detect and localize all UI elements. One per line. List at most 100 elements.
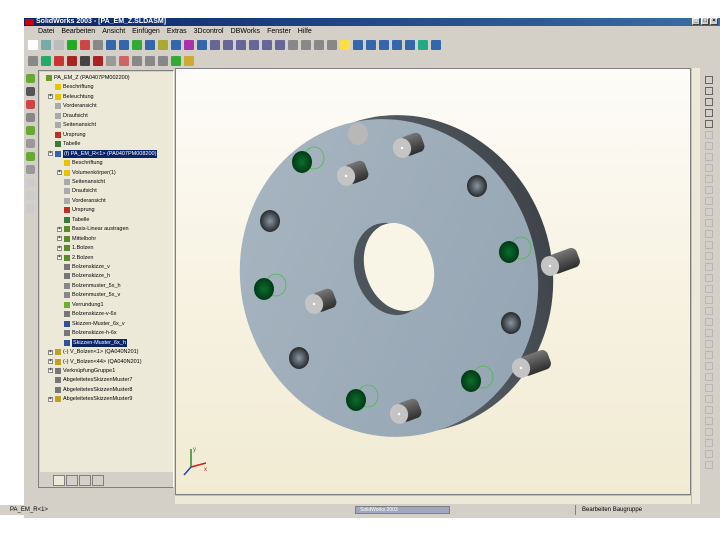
sketch-tool-0-icon[interactable] bbox=[705, 76, 713, 84]
tb1-tool-28-icon[interactable] bbox=[392, 39, 402, 50]
feature-tool-3-icon[interactable] bbox=[26, 113, 35, 122]
tb1-tool-21-icon[interactable] bbox=[301, 39, 311, 50]
tb1-tool-0-icon[interactable] bbox=[28, 39, 38, 50]
tab-configuration-manager[interactable] bbox=[79, 475, 91, 486]
feature-tool-0-icon[interactable] bbox=[26, 74, 35, 83]
sketch-tool-30-icon[interactable] bbox=[705, 406, 713, 414]
tb2-tool-9-icon[interactable] bbox=[145, 55, 155, 66]
sketch-tool-2-icon[interactable] bbox=[705, 98, 713, 106]
sketch-tool-14-icon[interactable] bbox=[705, 230, 713, 238]
tb1-tool-18-icon[interactable] bbox=[262, 39, 272, 50]
maximize-button[interactable]: □ bbox=[701, 18, 709, 25]
tb1-tool-14-icon[interactable] bbox=[210, 39, 220, 50]
feature-tool-4-icon[interactable] bbox=[26, 126, 35, 135]
expand-toggle[interactable]: + bbox=[57, 226, 62, 232]
tb2-tool-11-icon[interactable] bbox=[171, 55, 181, 66]
sketch-tool-23-icon[interactable] bbox=[705, 329, 713, 337]
menu-4[interactable]: Extras bbox=[167, 27, 187, 36]
sketch-tool-9-icon[interactable] bbox=[705, 175, 713, 183]
tree-item[interactable]: Verrundung1 bbox=[64, 301, 104, 309]
tb1-tool-29-icon[interactable] bbox=[405, 39, 415, 50]
sketch-tool-15-icon[interactable] bbox=[705, 241, 713, 249]
feature-tool-8-icon[interactable] bbox=[26, 178, 35, 187]
menu-6[interactable]: DBWorks bbox=[231, 27, 260, 36]
tb2-tool-8-icon[interactable] bbox=[132, 55, 142, 66]
tree-item[interactable]: PA_EM_Z (PA0407PM002200) bbox=[46, 74, 130, 82]
tb1-tool-9-icon[interactable] bbox=[145, 39, 155, 50]
tree-item[interactable]: Beschriftung bbox=[64, 159, 103, 167]
tb2-tool-12-icon[interactable] bbox=[184, 55, 194, 66]
sketch-tool-5-icon[interactable] bbox=[705, 131, 713, 139]
sketch-tool-25-icon[interactable] bbox=[705, 351, 713, 359]
tree-item[interactable]: VerknüpfungGruppe1 bbox=[55, 367, 115, 375]
menu-5[interactable]: 3Dcontrol bbox=[194, 27, 224, 36]
feature-tool-5-icon[interactable] bbox=[26, 139, 35, 148]
tree-item[interactable]: Volumenkörper(1) bbox=[64, 169, 116, 177]
tree-item[interactable]: Bolzenmuster_5x_v bbox=[64, 291, 120, 299]
tree-item[interactable]: Draufsicht bbox=[64, 187, 97, 195]
expand-toggle[interactable]: + bbox=[48, 151, 53, 157]
tree-item[interactable]: Vorderansicht bbox=[55, 102, 97, 110]
tb1-tool-17-icon[interactable] bbox=[249, 39, 259, 50]
sketch-tool-28-icon[interactable] bbox=[705, 384, 713, 392]
tb1-tool-11-icon[interactable] bbox=[171, 39, 181, 50]
tree-item[interactable]: (-) V_Bolzen<44> (QA040N201) bbox=[55, 358, 142, 366]
feature-tool-9-icon[interactable] bbox=[26, 191, 35, 200]
tb1-tool-2-icon[interactable] bbox=[54, 39, 64, 50]
horizontal-scrollbar[interactable] bbox=[175, 495, 691, 504]
sketch-tool-32-icon[interactable] bbox=[705, 428, 713, 436]
sketch-tool-12-icon[interactable] bbox=[705, 208, 713, 216]
tb1-tool-22-icon[interactable] bbox=[314, 39, 324, 50]
menu-0[interactable]: Datei bbox=[38, 27, 54, 36]
tb1-tool-16-icon[interactable] bbox=[236, 39, 246, 50]
close-button[interactable]: × bbox=[710, 18, 718, 25]
tb2-tool-5-icon[interactable] bbox=[93, 55, 103, 66]
tb1-tool-7-icon[interactable] bbox=[119, 39, 129, 50]
tb1-tool-20-icon[interactable] bbox=[288, 39, 298, 50]
sketch-tool-16-icon[interactable] bbox=[705, 252, 713, 260]
sketch-tool-20-icon[interactable] bbox=[705, 296, 713, 304]
menu-8[interactable]: Hilfe bbox=[298, 27, 312, 36]
tb2-tool-4-icon[interactable] bbox=[80, 55, 90, 66]
sketch-tool-31-icon[interactable] bbox=[705, 417, 713, 425]
sketch-tool-11-icon[interactable] bbox=[705, 197, 713, 205]
tb1-tool-13-icon[interactable] bbox=[197, 39, 207, 50]
tab-feature-manager[interactable] bbox=[53, 475, 65, 486]
expand-toggle[interactable]: + bbox=[48, 396, 53, 402]
sketch-tool-24-icon[interactable] bbox=[705, 340, 713, 348]
tb2-tool-2-icon[interactable] bbox=[54, 55, 64, 66]
tree-item[interactable]: (f) PA_EM_R<1> (PA0407PM008200) bbox=[55, 149, 158, 158]
tb2-tool-0-icon[interactable] bbox=[28, 55, 38, 66]
tb1-tool-15-icon[interactable] bbox=[223, 39, 233, 50]
sketch-tool-19-icon[interactable] bbox=[705, 285, 713, 293]
tree-item[interactable]: Tabelle bbox=[55, 140, 80, 148]
tree-item[interactable]: Ursprung bbox=[64, 206, 95, 214]
tree-item[interactable]: (-) V_Bolzen<1> (QA040N201) bbox=[55, 348, 139, 356]
tb1-tool-3-icon[interactable] bbox=[67, 39, 77, 50]
minimized-document[interactable]: SolidWorks 2003 bbox=[355, 506, 450, 514]
tb1-tool-19-icon[interactable] bbox=[275, 39, 285, 50]
sketch-tool-35-icon[interactable] bbox=[705, 461, 713, 469]
feature-tool-7-icon[interactable] bbox=[26, 165, 35, 174]
tree-item[interactable]: Bolzenskizze-h-6x bbox=[64, 329, 117, 337]
expand-toggle[interactable]: + bbox=[48, 349, 53, 355]
menu-2[interactable]: Ansicht bbox=[102, 27, 125, 36]
tb1-tool-27-icon[interactable] bbox=[379, 39, 389, 50]
tree-item[interactable]: Tabelle bbox=[64, 216, 89, 224]
tree-item[interactable]: 1.Bolzen bbox=[64, 244, 93, 252]
tb2-tool-7-icon[interactable] bbox=[119, 55, 129, 66]
sketch-tool-34-icon[interactable] bbox=[705, 450, 713, 458]
tree-item[interactable]: Draufsicht bbox=[55, 112, 88, 120]
sketch-tool-33-icon[interactable] bbox=[705, 439, 713, 447]
sketch-tool-27-icon[interactable] bbox=[705, 373, 713, 381]
expand-toggle[interactable]: + bbox=[57, 245, 62, 251]
tb2-tool-10-icon[interactable] bbox=[158, 55, 168, 66]
tb1-tool-25-icon[interactable] bbox=[353, 39, 363, 50]
sketch-tool-17-icon[interactable] bbox=[705, 263, 713, 271]
tb2-tool-6-icon[interactable] bbox=[106, 55, 116, 66]
tree-item[interactable]: Beschriftung bbox=[55, 83, 94, 91]
expand-toggle[interactable]: + bbox=[48, 368, 53, 374]
vertical-scrollbar[interactable] bbox=[691, 68, 700, 504]
tb1-tool-4-icon[interactable] bbox=[80, 39, 90, 50]
sketch-tool-18-icon[interactable] bbox=[705, 274, 713, 282]
